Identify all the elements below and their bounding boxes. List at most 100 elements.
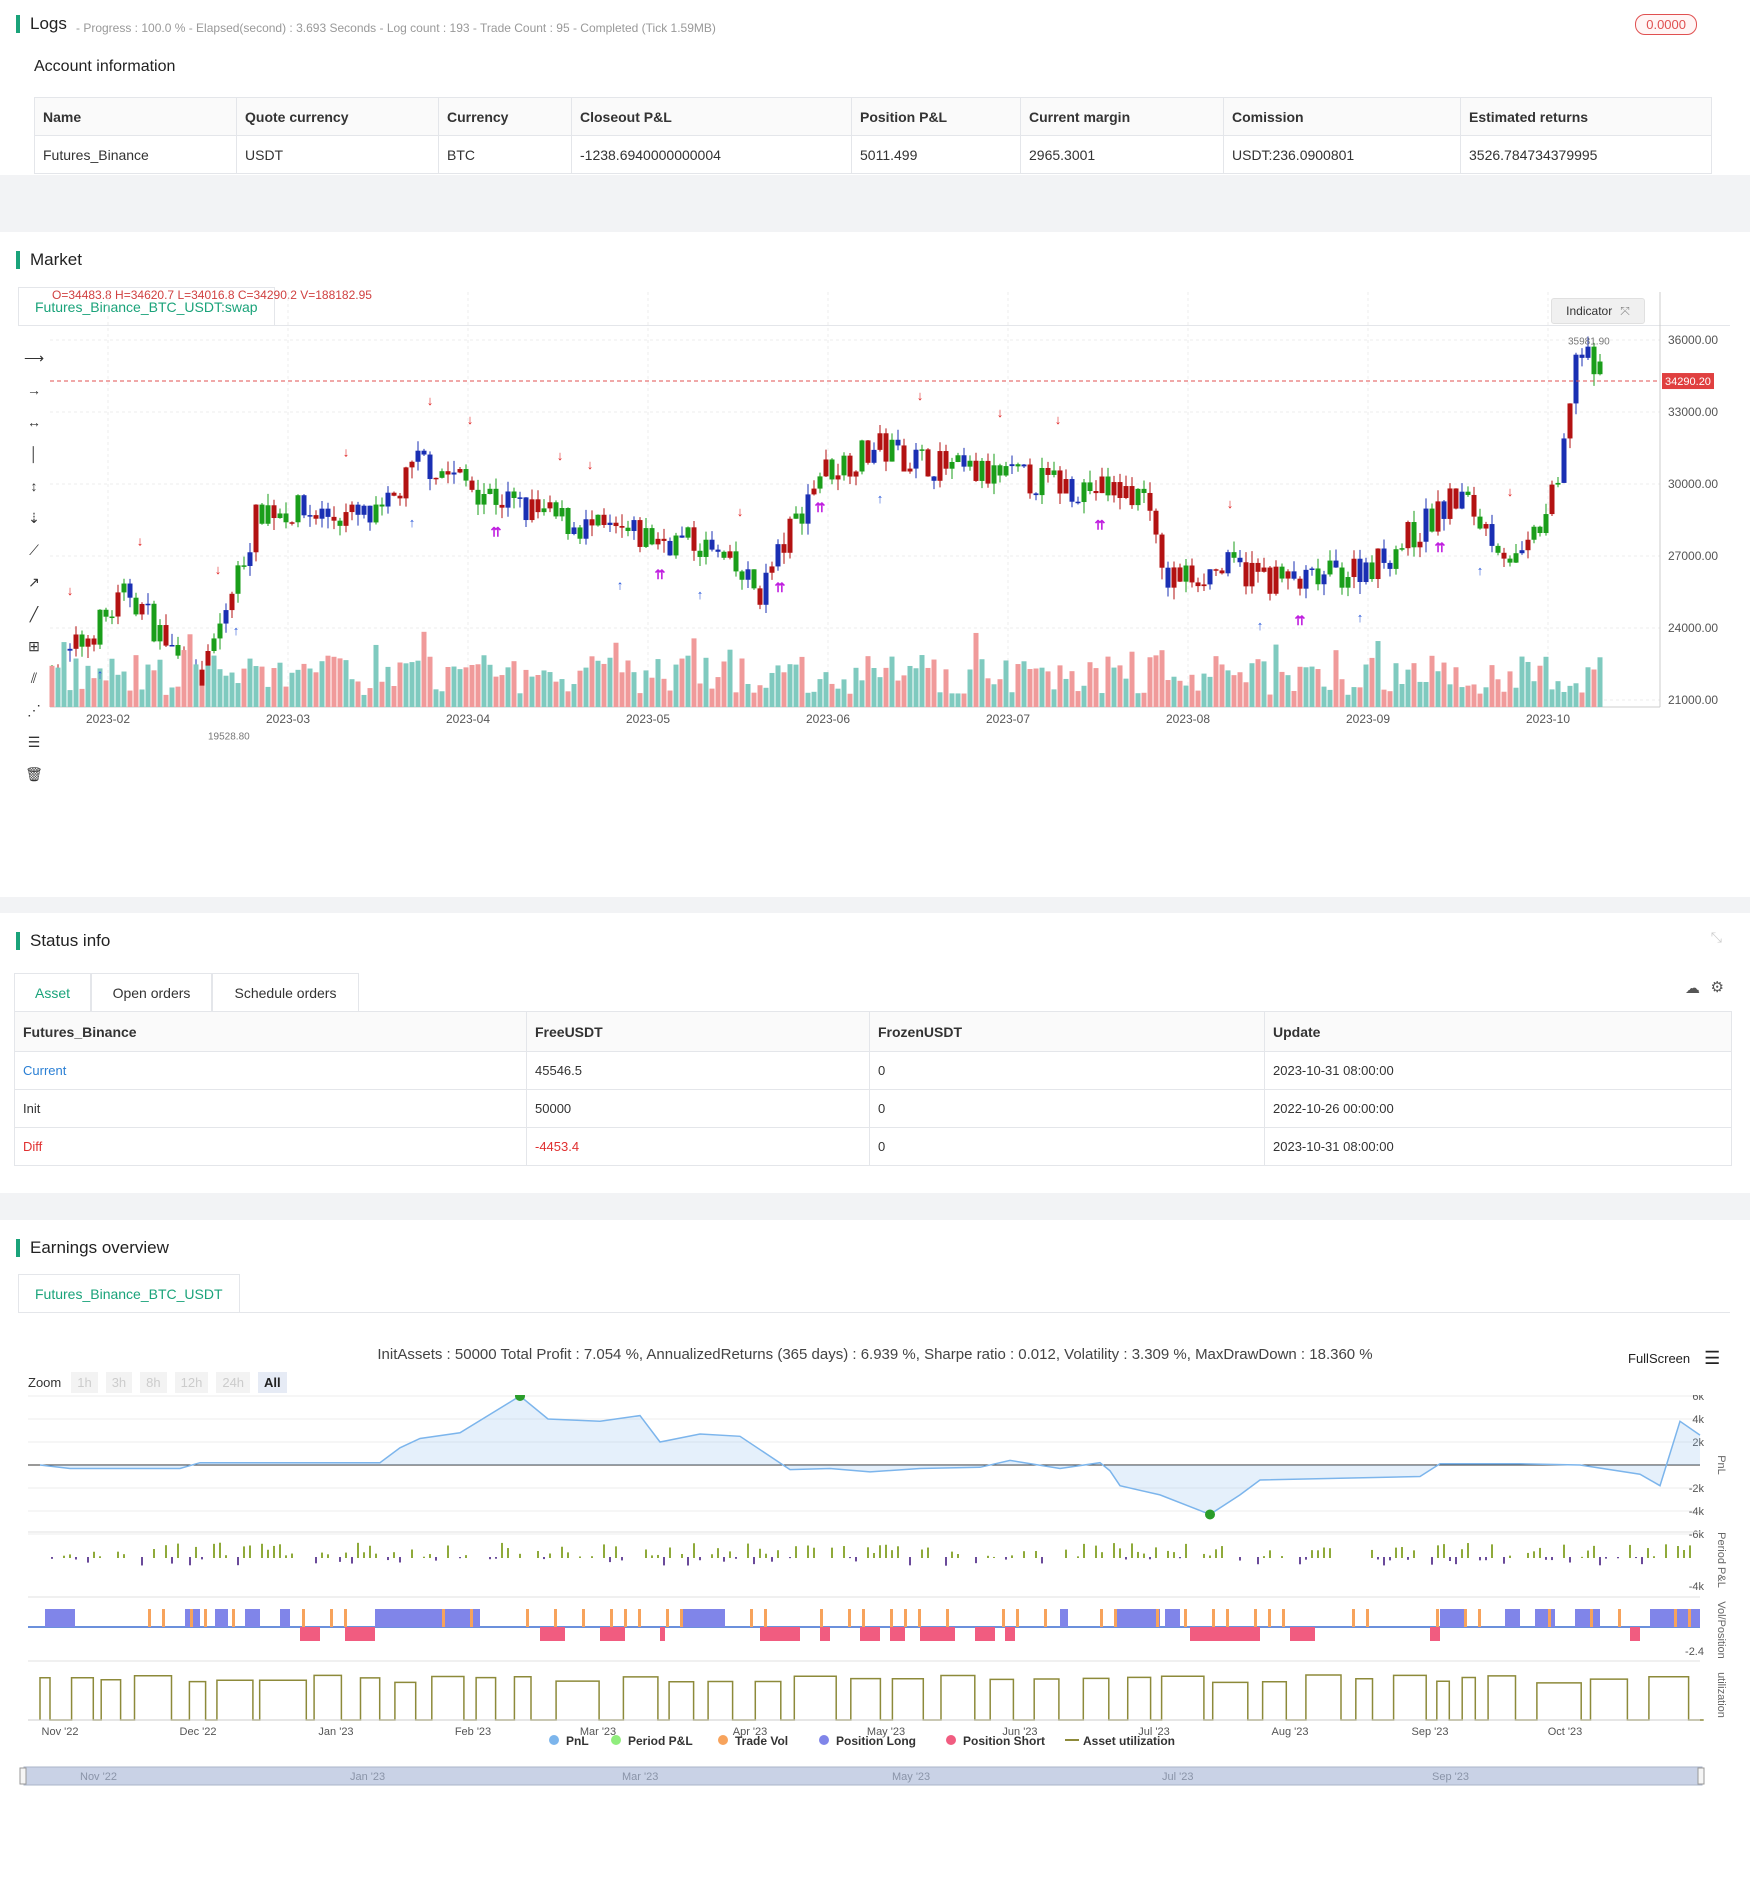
trade-vol-bar xyxy=(1156,1609,1159,1627)
volume-bar xyxy=(1585,667,1591,707)
period-pnl-bar xyxy=(1467,1543,1469,1558)
date-tick-label: Aug '23 xyxy=(1272,1726,1309,1738)
volume-bar xyxy=(433,689,439,707)
volume-bar xyxy=(439,691,445,707)
period-pnl-bar xyxy=(1077,1556,1079,1558)
account-col-comission: Comission xyxy=(1223,97,1461,136)
volume-bar xyxy=(1375,641,1381,707)
zoom-8h[interactable]: 8h xyxy=(140,1372,167,1393)
candle-body xyxy=(1123,486,1129,499)
collapse-icon[interactable]: ⤡ xyxy=(1711,929,1722,946)
period-pnl-bar xyxy=(1209,1555,1211,1558)
volume-bar xyxy=(721,661,727,707)
position-long-block xyxy=(1115,1609,1160,1627)
period-pnl-bar xyxy=(735,1557,737,1559)
candle-body xyxy=(1285,571,1291,579)
volume-bar xyxy=(325,655,331,707)
candle-body xyxy=(583,519,589,539)
period-pnl-bar xyxy=(1101,1552,1103,1558)
zoom-24h[interactable]: 24h xyxy=(216,1372,251,1393)
util-axis-title: utilization xyxy=(1715,1672,1727,1718)
zoom-all[interactable]: All xyxy=(258,1372,287,1393)
date-tick-label: Jan '23 xyxy=(318,1726,353,1738)
candle-body xyxy=(1171,567,1177,588)
zoom-1h[interactable]: 1h xyxy=(71,1372,98,1393)
tab-schedule-orders[interactable]: Schedule orders xyxy=(212,973,359,1011)
trade-vol-bar xyxy=(862,1609,865,1627)
short-signal-arrow: ↓ xyxy=(1507,484,1514,499)
cloud-download-icon[interactable]: ☁ xyxy=(1685,979,1700,997)
period-pnl-bar xyxy=(909,1557,911,1566)
cell: 0 xyxy=(869,1051,1265,1090)
period-pnl-bar xyxy=(1395,1547,1397,1558)
period-pnl-bar xyxy=(507,1548,509,1558)
volume-bar xyxy=(1561,691,1567,707)
high-price-label: 35981.90 xyxy=(1568,336,1610,347)
zoom-12h[interactable]: 12h xyxy=(174,1372,209,1393)
zoom-label: Zoom xyxy=(28,1375,62,1390)
settings-gear-icon[interactable]: ⚙ xyxy=(1711,978,1724,996)
trade-vol-bar xyxy=(190,1609,193,1627)
volume-bar xyxy=(907,665,913,707)
volume-bar xyxy=(1231,675,1237,707)
volume-bar xyxy=(415,660,421,707)
candle-body xyxy=(127,583,133,598)
tab-asset[interactable]: Asset xyxy=(14,973,91,1011)
min-marker xyxy=(1205,1509,1215,1520)
candle-body xyxy=(325,508,331,517)
navigator-tick-label: May '23 xyxy=(892,1771,930,1783)
period-pnl-bar xyxy=(177,1543,179,1558)
volume-bar xyxy=(1333,650,1339,707)
volume-bar xyxy=(1393,663,1399,707)
candle-body xyxy=(655,538,661,545)
volume-bar xyxy=(1189,674,1195,707)
candle-body xyxy=(985,460,991,484)
trade-vol-bar xyxy=(1254,1609,1257,1627)
volume-bar xyxy=(1501,691,1507,707)
earnings-symbol-tab[interactable]: Futures_Binance_BTC_USDT xyxy=(18,1274,240,1312)
volume-bar xyxy=(847,693,853,707)
volume-bar xyxy=(373,644,379,707)
volume-bar xyxy=(889,656,895,707)
market-panel: Market Futures_Binance_BTC_USDT:swap ⟶ →… xyxy=(0,232,1750,897)
position-short-block xyxy=(820,1627,830,1641)
volume-bar xyxy=(457,669,463,707)
tab-open-orders[interactable]: Open orders xyxy=(91,973,212,1011)
pnl-area xyxy=(40,1396,1700,1515)
fullscreen-button[interactable]: FullScreen ☰ xyxy=(1628,1348,1720,1369)
legend-item-1: Period P&L xyxy=(628,1734,693,1748)
period-pnl-bar xyxy=(315,1557,317,1564)
candlestick-chart[interactable]: 36000.00 33000.00 30000.00 27000.00 24000.00… xyxy=(0,282,1750,782)
pnl-tick-label: -2k xyxy=(1689,1483,1705,1495)
earnings-chart[interactable]: 6k4k2k-2k-4k-6kPnL-4kPeriod P&L-2.4Vol/P… xyxy=(0,1395,1750,1895)
period-pnl-bar xyxy=(399,1557,401,1563)
volume-bar xyxy=(1315,669,1321,707)
candle-body xyxy=(871,449,877,463)
volume-bar xyxy=(1573,683,1579,707)
candle-body xyxy=(1315,568,1321,585)
volume-bar xyxy=(187,634,193,707)
volume-bar xyxy=(247,658,253,707)
volume-bar xyxy=(265,686,271,707)
zoom-3h[interactable]: 3h xyxy=(105,1372,133,1393)
candle-body xyxy=(697,550,703,557)
period-pnl-bar xyxy=(885,1544,887,1558)
candle-body xyxy=(1573,354,1579,404)
candle-body xyxy=(1405,522,1411,549)
candle-body xyxy=(91,638,97,645)
period-pnl-bar xyxy=(153,1549,155,1558)
candle-body xyxy=(1309,568,1315,570)
position-long-block xyxy=(280,1609,290,1627)
status-panel: Status info ⤡ Asset Open orders Schedule… xyxy=(0,913,1750,1193)
period-pnl-bar xyxy=(411,1549,413,1558)
period-pnl-bar xyxy=(1389,1557,1391,1561)
volume-bar xyxy=(877,677,883,707)
volume-bar xyxy=(577,670,583,707)
candle-body xyxy=(1093,491,1099,494)
volume-bar xyxy=(1129,651,1135,707)
candle-body xyxy=(1015,464,1021,467)
trade-vol-bar xyxy=(526,1609,529,1627)
period-pnl-bar xyxy=(759,1548,761,1558)
period-pnl-bar xyxy=(777,1550,779,1558)
candle-body xyxy=(1159,534,1165,568)
